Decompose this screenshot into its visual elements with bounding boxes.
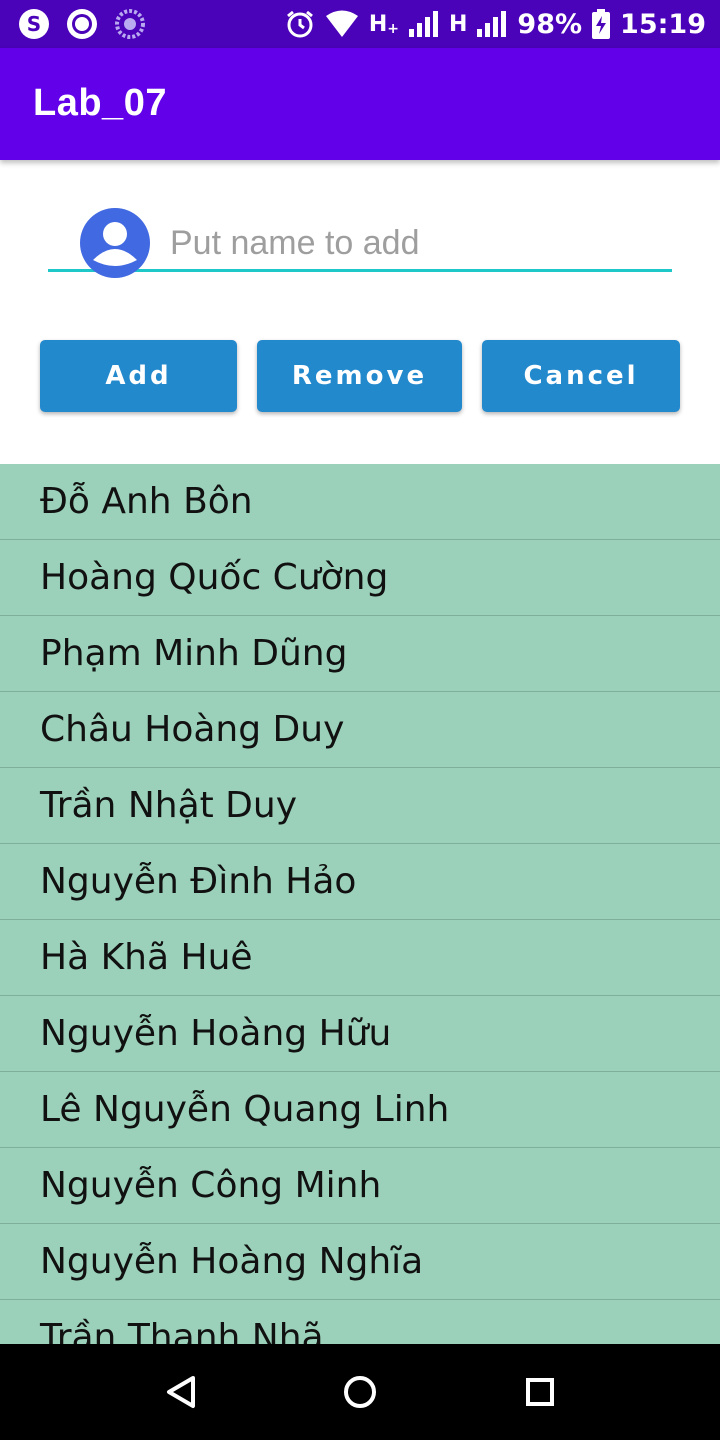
recent-apps-icon[interactable] xyxy=(516,1368,564,1416)
list-item[interactable]: Trần Thanh Nhã xyxy=(0,1300,720,1344)
names-list[interactable]: Đỗ Anh Bôn Hoàng Quốc Cường Phạm Minh Dũng… xyxy=(0,464,720,1344)
avatar-icon xyxy=(80,208,150,278)
app-bar: Lab_07 xyxy=(0,48,720,160)
battery-percent: 98% xyxy=(517,8,583,40)
list-item[interactable]: Trần Nhật Duy xyxy=(0,768,720,844)
list-item[interactable]: Châu Hoàng Duy xyxy=(0,692,720,768)
back-icon[interactable] xyxy=(157,1368,205,1416)
navigation-bar xyxy=(0,1344,720,1440)
status-bar: S H + H 98% 15:19 xyxy=(0,0,720,48)
screen: S H + H 98% 15:19 Lab_07 Put name to add… xyxy=(0,0,720,1440)
notification-icons: S xyxy=(18,8,146,40)
clock: 15:19 xyxy=(620,8,706,40)
list-item[interactable]: Lê Nguyễn Quang Linh xyxy=(0,1072,720,1148)
network-type-2: H xyxy=(448,11,468,37)
skype-icon: S xyxy=(18,8,50,40)
svg-text:S: S xyxy=(27,12,41,36)
list-item[interactable]: Nguyễn Hoàng Hữu xyxy=(0,996,720,1072)
list-item[interactable]: Nguyễn Đình Hảo xyxy=(0,844,720,920)
remove-button[interactable]: Remove xyxy=(257,340,462,412)
add-button[interactable]: Add xyxy=(40,340,237,412)
list-item[interactable]: Hoàng Quốc Cường xyxy=(0,540,720,616)
list-item[interactable]: Nguyễn Công Minh xyxy=(0,1148,720,1224)
app-title: Lab_07 xyxy=(33,82,167,124)
list-item[interactable]: Phạm Minh Dũng xyxy=(0,616,720,692)
home-icon[interactable] xyxy=(336,1368,384,1416)
record-icon xyxy=(66,8,98,40)
list-item[interactable]: Hà Khã Huê xyxy=(0,920,720,996)
signal-icon xyxy=(477,11,507,37)
loading-icon xyxy=(114,8,146,40)
wifi-icon xyxy=(325,10,359,38)
alarm-icon xyxy=(285,9,315,39)
network-type-1: H + xyxy=(368,11,399,37)
system-status: H + H 98% 15:19 xyxy=(285,6,706,42)
battery-charging-icon xyxy=(592,9,611,39)
cancel-button[interactable]: Cancel xyxy=(482,340,680,412)
list-item[interactable]: Nguyễn Hoàng Nghĩa xyxy=(0,1224,720,1300)
signal-icon xyxy=(408,11,439,37)
list-item[interactable]: Đỗ Anh Bôn xyxy=(0,464,720,540)
